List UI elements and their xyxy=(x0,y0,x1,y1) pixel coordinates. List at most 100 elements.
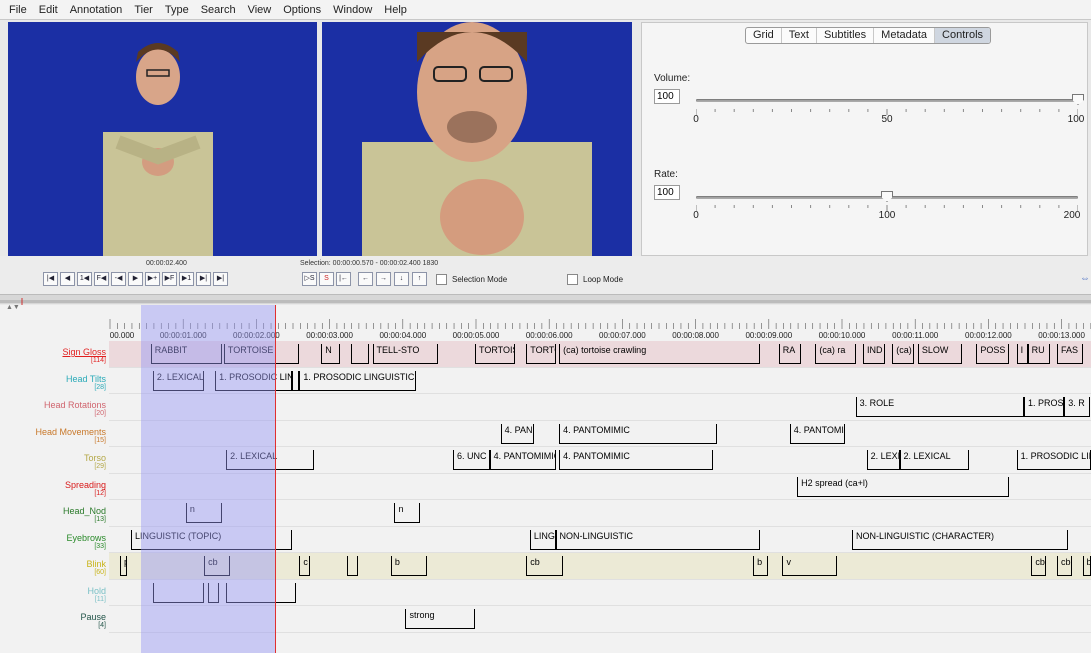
tier-row[interactable]: 4. PAN 4. PANTOMIMIC 4. PANTOMI xyxy=(109,420,1091,447)
menu-annotation[interactable]: Annotation xyxy=(64,0,129,20)
annotation[interactable]: (ca) ra xyxy=(815,344,856,364)
menu-options[interactable]: Options xyxy=(277,0,327,20)
tier-label-head-nod[interactable]: Head_Nod [13] xyxy=(0,506,109,523)
annotation[interactable]: RA xyxy=(778,344,801,364)
tab-text[interactable]: Text xyxy=(782,28,817,43)
step-forward-frame-button[interactable]: ▶F xyxy=(162,272,177,286)
step-back-1s-button[interactable]: 1◀ xyxy=(77,272,92,286)
annotation[interactable]: (ca) tortoise crawling xyxy=(559,344,761,364)
menu-view[interactable]: View xyxy=(242,0,278,20)
tab-controls[interactable]: Controls xyxy=(935,28,991,43)
tier-label-head-tilts[interactable]: Head Tilts [28] xyxy=(0,374,109,391)
tier-label-head-movements[interactable]: Head Movements [15] xyxy=(0,427,109,444)
tier-label-blink[interactable]: Blink [60] xyxy=(0,559,109,576)
rate-value[interactable]: 100 xyxy=(654,185,680,200)
annotation[interactable]: 2. LEXICAL xyxy=(152,370,205,391)
annotation[interactable]: 1. PROSODIC LING xyxy=(1016,450,1091,470)
tier-label-head-rotations[interactable]: Head Rotations [20] xyxy=(0,400,109,417)
annotation[interactable]: POSS xyxy=(976,344,1010,364)
annotation[interactable]: b xyxy=(390,556,428,576)
video-view-wide[interactable] xyxy=(8,22,317,256)
annotation[interactable]: 2. LEXICA xyxy=(866,450,900,470)
annotation[interactable]: (ca) xyxy=(892,344,915,364)
annotation[interactable]: 1. PROSODIC LIN xyxy=(215,370,292,391)
cursor-left-button[interactable]: ← xyxy=(358,272,373,286)
annotation[interactable]: RABBIT xyxy=(150,344,223,364)
tier-row[interactable]: RABBITTORTOISENTELL-STOTORTOISTORTO(ca) … xyxy=(109,341,1091,368)
cursor-down-button[interactable]: ↓ xyxy=(394,272,409,286)
annotation[interactable] xyxy=(346,556,358,576)
overview-timeline-strip[interactable] xyxy=(0,294,1091,308)
tier-row[interactable]: strong xyxy=(109,606,1091,633)
annotation[interactable]: 4. PANTOMIMIC xyxy=(559,450,713,470)
tier-label-hold[interactable]: Hold [11] xyxy=(0,586,109,603)
tier-label-eyebrows[interactable]: Eyebrows [33] xyxy=(0,533,109,550)
annotation[interactable]: 6. UNC xyxy=(453,450,490,470)
annotation[interactable]: H2 spread (ca+l) xyxy=(797,476,1010,497)
tab-subtitles[interactable]: Subtitles xyxy=(817,28,875,43)
annotation[interactable] xyxy=(292,370,300,391)
annotation[interactable]: 4. PANTOMIMIC xyxy=(489,450,556,470)
tier-row[interactable] xyxy=(109,579,1091,606)
menu-edit[interactable]: Edit xyxy=(33,0,64,20)
annotation[interactable]: TELL-STO xyxy=(372,344,439,364)
tier-row[interactable]: H2 spread (ca+l) xyxy=(109,473,1091,500)
clear-selection-button[interactable]: S xyxy=(319,272,334,286)
annotation[interactable]: 3. R xyxy=(1064,397,1090,417)
tier-label-pause[interactable]: Pause [4] xyxy=(0,612,109,629)
menu-window[interactable]: Window xyxy=(327,0,378,20)
annotation[interactable]: 1. PROSODIC xyxy=(1024,397,1065,417)
tier-row[interactable]: 2. LEXICAL 6. UNC 4. PANTOMIMIC 4. PANTOMIM… xyxy=(109,447,1091,474)
annotation-timeline[interactable]: ▲▼ 00.000 00:00:01.000 00:00:02.000 00:00:0… xyxy=(0,304,1091,653)
annotation[interactable]: NON-LINGUISTIC (CHARACTER) xyxy=(851,529,1068,550)
annotation[interactable]: c xyxy=(299,556,311,576)
collapse-arrows-icon[interactable]: ▲▼ xyxy=(6,304,20,311)
annotation[interactable]: n xyxy=(394,503,421,523)
annotation[interactable]: cb xyxy=(526,556,563,576)
annotation[interactable]: b xyxy=(753,556,768,576)
tier-row[interactable]: nn xyxy=(109,500,1091,527)
tier-label-sign-gloss[interactable]: Sign Gloss [114] xyxy=(0,347,109,364)
menu-search[interactable]: Search xyxy=(195,0,242,20)
tier-row[interactable]: 2. LEXICAL 1. PROSODIC LIN 1. PROSODIC LIN… xyxy=(109,367,1091,394)
annotation[interactable]: v xyxy=(782,556,838,576)
cursor-right-button[interactable]: → xyxy=(376,272,391,286)
annotation[interactable] xyxy=(226,582,296,603)
annotation[interactable]: IND xyxy=(862,344,885,364)
annotation[interactable]: RU xyxy=(1027,344,1050,364)
next-frame-button[interactable]: ▶| xyxy=(196,272,211,286)
annotation[interactable]: 4. PANTOMI xyxy=(789,423,845,444)
tier-row[interactable]: 3. ROLE1. PROSODIC3. R xyxy=(109,394,1091,421)
selection-begin-button[interactable]: |← xyxy=(336,272,351,286)
annotation[interactable]: 2. LEXICAL xyxy=(226,450,314,470)
loop-mode-checkbox[interactable] xyxy=(567,274,578,285)
annotation[interactable]: TORTOISE xyxy=(223,344,300,364)
step-back-frame-button[interactable]: F◀ xyxy=(94,272,109,286)
annotation[interactable]: LINGUISTI xyxy=(529,529,556,550)
menu-type[interactable]: Type xyxy=(159,0,195,20)
annotation[interactable]: N xyxy=(321,344,340,364)
annotation[interactable]: cb xyxy=(1031,556,1046,576)
annotation[interactable]: FAS xyxy=(1056,344,1083,364)
annotation[interactable]: 3. ROLE xyxy=(855,397,1024,417)
annotation[interactable]: TORTOIS xyxy=(475,344,516,364)
menu-help[interactable]: Help xyxy=(378,0,413,20)
video-view-closeup[interactable] xyxy=(322,22,632,256)
annotation[interactable] xyxy=(350,344,369,364)
annotation[interactable]: 1. PROSODIC LINGUISTIC xyxy=(299,370,417,391)
annotation[interactable]: cb xyxy=(1056,556,1072,576)
step-forward-1s-button[interactable]: ▶1 xyxy=(179,272,194,286)
menu-tier[interactable]: Tier xyxy=(128,0,159,20)
menu-file[interactable]: File xyxy=(3,0,33,20)
annotation[interactable]: LINGUISTIC (TOPIC) xyxy=(130,529,292,550)
annotation[interactable]: TORTO xyxy=(526,344,556,364)
annotation[interactable]: p xyxy=(119,556,128,576)
rate-slider-thumb[interactable] xyxy=(881,191,893,202)
play-selection-button[interactable]: ▷S xyxy=(302,272,317,286)
volume-slider-thumb[interactable] xyxy=(1072,94,1084,105)
annotation[interactable]: cb xyxy=(204,556,230,576)
annotation[interactable]: NON-LINGUISTIC xyxy=(555,529,761,550)
annotation[interactable]: 4. PANTOMIMIC xyxy=(559,423,717,444)
volume-slider-track[interactable] xyxy=(696,99,1078,102)
go-to-end-button[interactable]: ▶| xyxy=(213,272,228,286)
